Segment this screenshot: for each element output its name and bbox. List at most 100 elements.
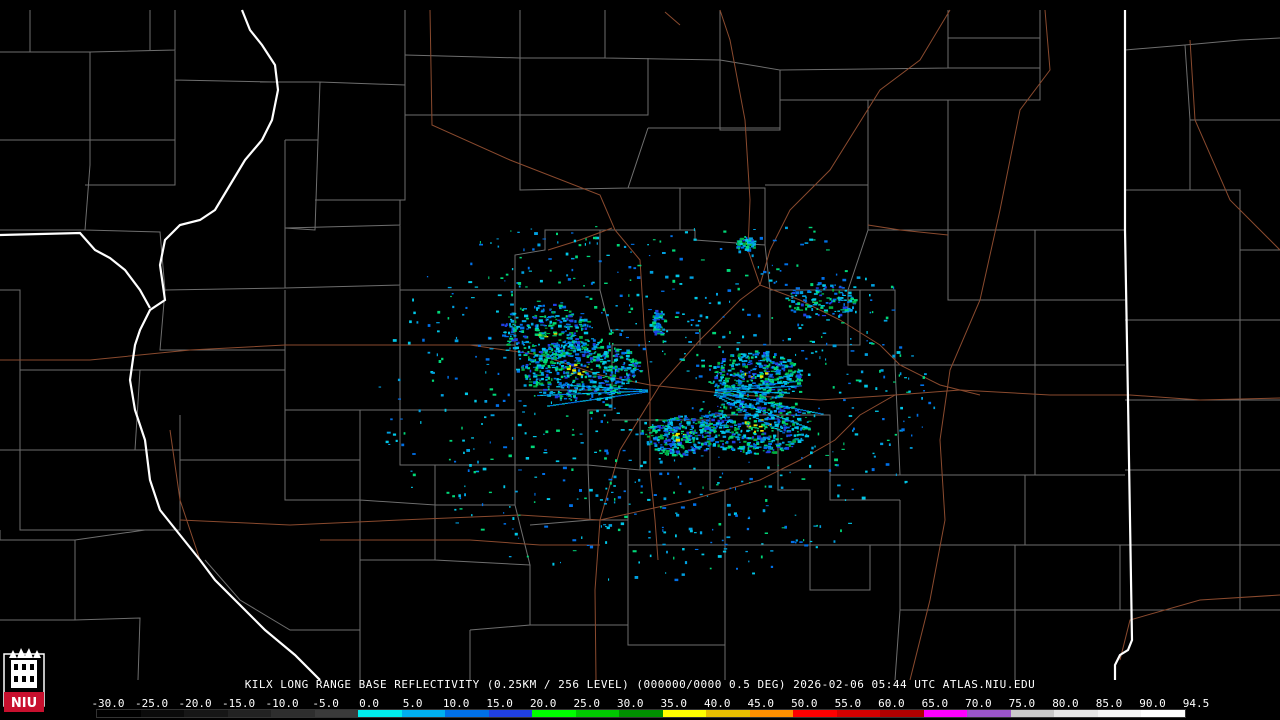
radar-echo-cell [586, 344, 590, 346]
radar-echo-cell [543, 452, 548, 454]
radar-echo-cell [524, 314, 529, 318]
radar-echo-cell [563, 375, 566, 377]
radar-echo-cell [731, 440, 736, 444]
radar-echo-cell [613, 475, 617, 479]
radar-echo-cell [849, 343, 852, 346]
radar-echo-cell [739, 441, 741, 443]
radar-echo-cell [722, 350, 724, 354]
radar-echo-cell [587, 389, 593, 391]
radar-echo-cell [782, 418, 785, 420]
radar-echo-cell [558, 378, 562, 381]
radar-echo-cell [551, 357, 555, 360]
radar-echo-cell [717, 301, 721, 305]
radar-echo-cell [736, 413, 738, 416]
radar-echo-cell [609, 387, 613, 389]
radar-echo-cell [575, 376, 577, 379]
radar-echo-cell [722, 443, 724, 446]
radar-echo-cell [682, 548, 685, 551]
radar-echo-cell [792, 381, 796, 383]
radar-echo-cell [788, 366, 792, 368]
radar-echo-cell [700, 408, 704, 410]
radar-echo-cell [562, 345, 566, 349]
radar-echo-cell [587, 320, 592, 323]
radar-echo-cell [826, 319, 830, 321]
radar-echo-cell [591, 392, 595, 394]
radar-echo-cell [692, 438, 695, 441]
radar-echo-cell [751, 377, 755, 380]
radar-echo-cell [659, 436, 664, 440]
radar-echo-cell [549, 394, 553, 396]
radar-echo-cell [500, 277, 504, 279]
radar-echo-cell [567, 349, 570, 351]
radar-echo-cell [734, 379, 736, 381]
radar-echo-cell [764, 398, 767, 401]
radar-echo-cell [795, 287, 800, 290]
radar-echo-cell [698, 375, 703, 378]
radar-echo-cell [870, 299, 873, 301]
radar-echo-cell [608, 368, 613, 372]
radar-echo-cell [779, 270, 782, 272]
radar-echo-cell [786, 385, 790, 388]
radar-echo-cell [563, 319, 565, 322]
radar-echo-cell [503, 485, 506, 489]
radar-echo-cell [696, 437, 699, 440]
radar-echo-cell [826, 342, 828, 346]
radar-echo-cell [559, 382, 562, 385]
radar-echo-cell [748, 241, 752, 244]
radar-echo-cell [588, 386, 592, 388]
radar-echo-cell [723, 414, 728, 417]
radar-echo-cell [882, 344, 885, 346]
radar-echo-cell [793, 438, 798, 440]
radar-echo-cell [750, 414, 754, 417]
radar-echo-cell [771, 430, 774, 432]
radar-echo-cell [855, 310, 857, 314]
radar-echo-cell [486, 363, 490, 365]
radar-echo-cell [785, 423, 789, 426]
radar-echo-cell [699, 314, 703, 318]
radar-echo-cell [645, 391, 649, 393]
radar-echo-cell [648, 341, 650, 343]
radar-echo-cell [784, 392, 787, 394]
radar-echo-cell [646, 435, 650, 438]
radar-echo-cell [845, 311, 850, 313]
radar-echo-cell [813, 414, 816, 418]
radar-echo-cell [594, 451, 597, 453]
radar-echo-cell [717, 419, 721, 423]
radar-echo-cell [621, 382, 625, 385]
radar-echo-cell [777, 423, 780, 425]
radar-echo-cell [721, 472, 724, 475]
radar-echo-cell [709, 368, 711, 371]
radar-echo-cell [514, 324, 517, 327]
radar-echo-cell [626, 372, 628, 375]
radar-echo-cell [707, 437, 712, 440]
radar-echo-cell [552, 394, 556, 396]
radar-echo-cell [852, 306, 854, 310]
radar-echo-cell [624, 378, 628, 381]
radar-echo-cell [748, 461, 750, 463]
radar-echo-cell [692, 421, 695, 424]
radar-echo-cell [820, 306, 824, 309]
radar-echo-cell [586, 351, 589, 354]
radar-echo-cell [640, 432, 645, 435]
radar-echo-cell [681, 573, 685, 576]
radar-echo-cell [770, 370, 774, 372]
radar-echo-cell [726, 387, 730, 389]
radar-echo-cell [631, 358, 635, 361]
radar-echo-cell [742, 363, 746, 366]
radar-echo-cell [780, 386, 784, 388]
radar-echo-cell [756, 408, 760, 411]
radar-echo-cell [469, 464, 472, 467]
radar-echo-cell [736, 342, 741, 344]
radar-echo-cell [786, 434, 791, 437]
radar-echo-cell [753, 420, 758, 423]
radar-echo-cell [648, 309, 652, 311]
radar-echo-cell [561, 317, 566, 320]
radar-echo-cell [657, 331, 660, 333]
radar-echo-cell [532, 248, 535, 251]
radar-echo-cell [805, 307, 808, 311]
radar-echo-cell [550, 327, 554, 330]
radar-echo-cell [861, 496, 866, 500]
radar-echo-cell [769, 378, 774, 381]
radar-echo-cell [605, 403, 609, 406]
radar-echo-cell [557, 241, 559, 244]
